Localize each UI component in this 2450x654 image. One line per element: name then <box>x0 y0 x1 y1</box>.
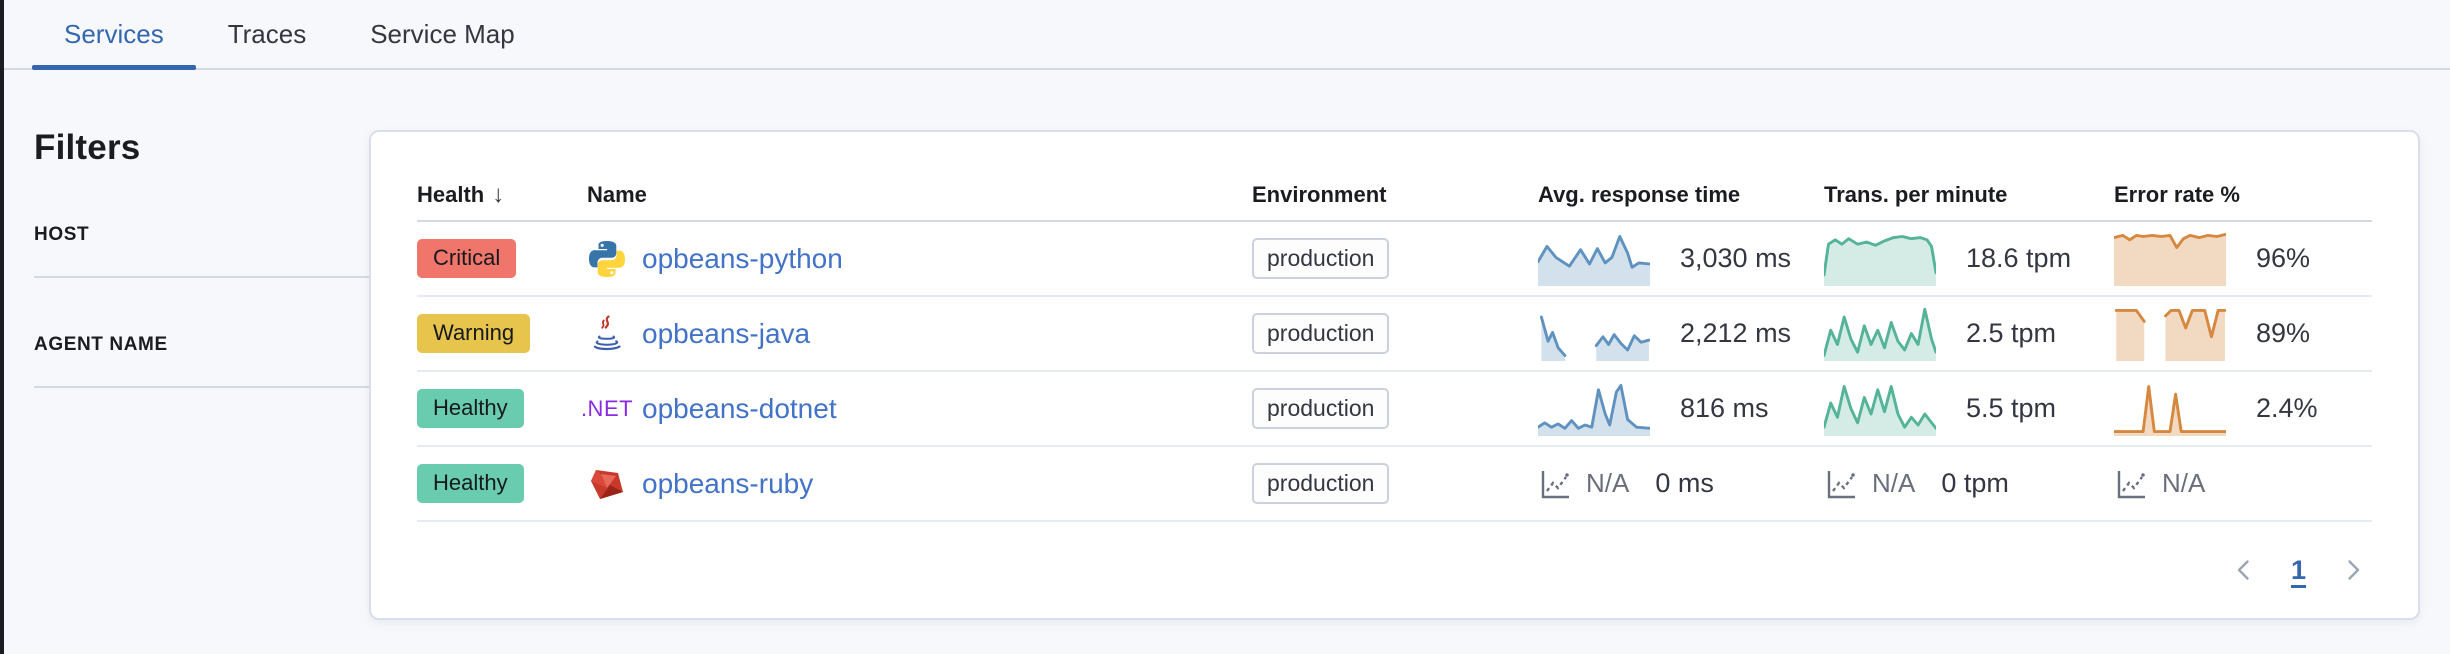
python-logo-icon <box>587 239 627 279</box>
chart-placeholder-icon <box>1824 467 1858 501</box>
avg-response-sparkline <box>1538 306 1650 361</box>
avg-response-value: 0 ms <box>1655 468 1714 499</box>
health-badge: Warning <box>417 314 530 352</box>
tpm-sparkline <box>1824 306 1936 361</box>
java-logo-icon <box>587 314 627 354</box>
avg-response-sparkline <box>1538 231 1650 286</box>
table-row: Healthy opbeans-ruby production <box>417 447 2372 522</box>
filter-group-host[interactable]: HOST <box>34 224 369 278</box>
avg-response-sparkline <box>1538 381 1650 436</box>
avg-response-value: 3,030 ms <box>1680 243 1791 274</box>
error-rate-sparkline <box>2114 381 2226 436</box>
page-content: Filters HOST AGENT NAME Health ↓ Name En… <box>0 70 2450 620</box>
tpm-value: 18.6 tpm <box>1966 243 2071 274</box>
column-header-name[interactable]: Name <box>587 182 1252 208</box>
column-header-trans-per-minute[interactable]: Trans. per minute <box>1824 182 2114 208</box>
filters-title: Filters <box>34 128 369 168</box>
dotnet-logo-icon: .NET <box>587 389 627 429</box>
table-header-row: Health ↓ Name Environment Avg. response … <box>417 170 2372 222</box>
table-row: Healthy .NET opbeans-dotnet production 8… <box>417 372 2372 447</box>
service-link[interactable]: opbeans-ruby <box>642 468 813 500</box>
service-link[interactable]: opbeans-dotnet <box>642 393 837 425</box>
column-header-avg-response-time[interactable]: Avg. response time <box>1538 182 1824 208</box>
tpm-value: 5.5 tpm <box>1966 393 2056 424</box>
environment-badge: production <box>1252 238 1389 279</box>
na-label: N/A <box>1872 468 1915 499</box>
table-row: Critical opbeans-python production 3,030… <box>417 222 2372 297</box>
environment-badge: production <box>1252 388 1389 429</box>
filter-group-host-label: HOST <box>34 224 89 245</box>
tpm-sparkline <box>1824 231 1936 286</box>
service-link[interactable]: opbeans-java <box>642 318 810 350</box>
chart-placeholder-icon <box>1538 467 1572 501</box>
environment-badge: production <box>1252 313 1389 354</box>
column-header-health[interactable]: Health ↓ <box>417 181 587 209</box>
app-edge-strip <box>0 0 4 654</box>
top-tabbar: Services Traces Service Map <box>0 0 2450 70</box>
tab-services[interactable]: Services <box>32 0 196 68</box>
environment-badge: production <box>1252 463 1389 504</box>
table-row: Warning opbeans-java production 2,212 ms <box>417 297 2372 372</box>
services-table-panel: Health ↓ Name Environment Avg. response … <box>369 130 2420 620</box>
error-rate-value: 89% <box>2256 318 2310 349</box>
page-number-1[interactable]: 1 <box>2291 555 2306 586</box>
tab-service-map[interactable]: Service Map <box>338 0 547 68</box>
error-rate-sparkline <box>2114 231 2226 286</box>
chart-placeholder-icon <box>2114 467 2148 501</box>
error-rate-value: 96% <box>2256 243 2310 274</box>
filter-group-agent-name[interactable]: AGENT NAME <box>34 334 369 388</box>
pagination: 1 <box>417 522 2372 618</box>
previous-page-icon[interactable] <box>2231 557 2257 583</box>
na-label: N/A <box>2162 468 2205 499</box>
tpm-sparkline <box>1824 381 1936 436</box>
na-label: N/A <box>1586 468 1629 499</box>
tpm-value: 2.5 tpm <box>1966 318 2056 349</box>
column-header-error-rate[interactable]: Error rate % <box>2114 182 2372 208</box>
avg-response-value: 2,212 ms <box>1680 318 1791 349</box>
tpm-value: 0 tpm <box>1941 468 2009 499</box>
next-page-icon[interactable] <box>2340 557 2366 583</box>
filter-group-agent-name-label: AGENT NAME <box>34 334 168 355</box>
health-badge: Healthy <box>417 464 524 502</box>
sort-desc-icon: ↓ <box>492 181 504 209</box>
health-badge: Critical <box>417 239 516 277</box>
tab-traces[interactable]: Traces <box>196 0 339 68</box>
column-header-environment[interactable]: Environment <box>1252 182 1538 208</box>
service-link[interactable]: opbeans-python <box>642 243 843 275</box>
health-badge: Healthy <box>417 389 524 427</box>
filters-sidebar: Filters HOST AGENT NAME <box>34 70 369 388</box>
error-rate-value: 2.4% <box>2256 393 2318 424</box>
error-rate-sparkline <box>2114 306 2226 361</box>
avg-response-value: 816 ms <box>1680 393 1769 424</box>
ruby-logo-icon <box>587 464 627 504</box>
